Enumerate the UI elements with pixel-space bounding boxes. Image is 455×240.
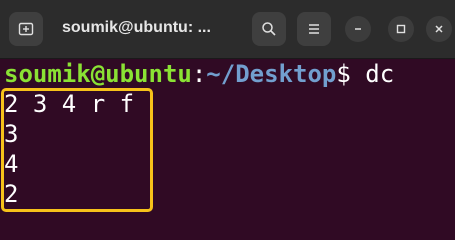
prompt-command: dc: [365, 60, 395, 88]
highlight-box: [1, 88, 153, 212]
menu-button[interactable]: [297, 12, 331, 46]
window-title: soumik@ubuntu: ...: [62, 19, 211, 36]
title-bar: soumik@ubuntu: ...: [0, 0, 455, 59]
maximize-icon: [396, 24, 406, 34]
close-button[interactable]: [426, 16, 452, 42]
minimize-button[interactable]: [345, 16, 371, 42]
search-button[interactable]: [252, 12, 286, 46]
minimize-icon: [355, 28, 361, 30]
hamburger-menu-icon: [309, 24, 319, 34]
maximize-button[interactable]: [388, 16, 414, 42]
terminal-window: soumik@ubuntu: ... soumik@ubuntu:~/Deskt…: [0, 0, 455, 219]
prompt-user-host: soumik@ubuntu: [4, 60, 192, 88]
close-icon: [435, 25, 443, 33]
new-tab-icon: [18, 22, 34, 36]
prompt-path: ~/Desktop: [206, 60, 337, 88]
search-icon: [262, 22, 276, 36]
terminal-output-area[interactable]: soumik@ubuntu:~/Desktop$ dc 2 3 4 r f 3 …: [0, 59, 455, 219]
new-tab-button[interactable]: [9, 12, 43, 46]
prompt-symbol: $: [336, 60, 366, 88]
prompt-separator: :: [191, 60, 207, 88]
prompt-line: soumik@ubuntu:~/Desktop$ dc: [4, 59, 394, 89]
